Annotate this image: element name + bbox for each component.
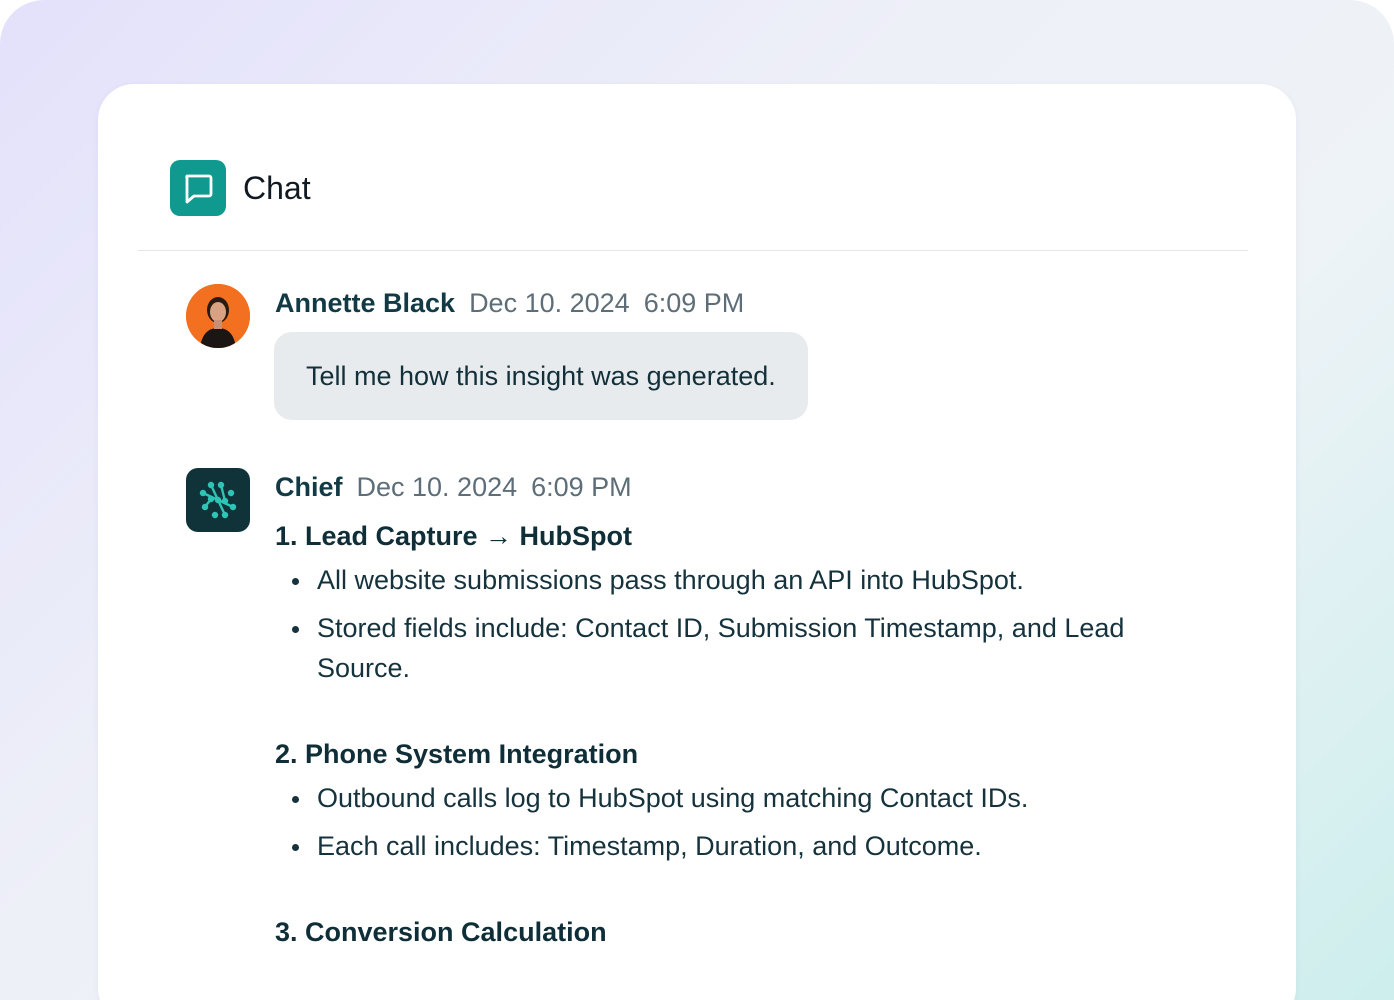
bullet-list: Outbound calls log to HubSpot using matc… [275,778,1155,866]
sender-name: Chief [275,472,343,502]
section-title: 1. Lead Capture → HubSpot [275,521,633,551]
answer-section: 3. Conversion Calculation [275,914,1155,950]
list-item: Outbound calls log to HubSpot using matc… [275,778,1155,818]
user-avatar[interactable] [186,284,250,348]
message-date: Dec 10. 2024 [356,472,518,502]
message-time: 6:09 PM [643,288,745,318]
list-item: Each call includes: Timestamp, Duration,… [275,826,1155,866]
bullet-list: All website submissions pass through an … [275,560,1155,688]
page-title: Chat [243,169,311,206]
message-header: Annette Black Dec 10. 2024 6:09 PM [275,288,744,319]
message-time: 6:09 PM [531,472,632,502]
message-bubble: Tell me how this insight was generated. [274,332,808,420]
list-item: All website submissions pass through an … [275,560,1155,600]
chat-bubble-icon [170,160,226,216]
section-title: 3. Conversion Calculation [275,917,607,947]
answer-section: 1. Lead Capture → HubSpot All website su… [275,518,1155,688]
message-header: Chief Dec 10. 2024 6:09 PM [275,472,632,503]
section-title: 2. Phone System Integration [275,739,639,769]
chief-logo-icon[interactable] [186,468,250,532]
assistant-answer: 1. Lead Capture → HubSpot All website su… [275,518,1155,998]
sender-name: Annette Black [275,288,456,318]
answer-section: 2. Phone System Integration Outbound cal… [275,736,1155,866]
header-divider [138,250,1248,251]
chat-panel: Chat Annette Black Dec 10. 2024 6:09 PM Te… [98,84,1296,1000]
message-date: Dec 10. 2024 [469,288,630,318]
page-background: Chat Annette Black Dec 10. 2024 6:09 PM Te… [0,0,1394,1000]
chat-header: Chat [170,160,311,216]
list-item: Stored fields include: Contact ID, Submi… [275,608,1155,688]
